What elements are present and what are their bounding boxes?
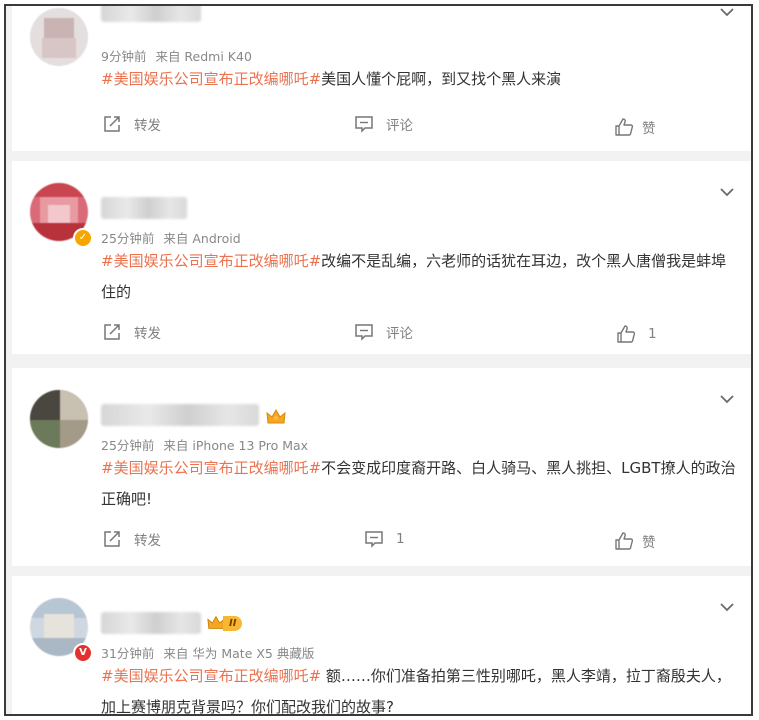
repost-icon <box>104 531 120 547</box>
weibo-comment-feed: 9分钟前 来自 Redmi K40 #美国娱乐公司宣布正改编哪吒#美国人懂个屁啊，… <box>4 4 753 716</box>
like-button[interactable]: 赞 <box>614 529 656 553</box>
post-meta: 31分钟前 来自 华为 Mate X5 典藏版 <box>101 643 323 662</box>
like-label: 赞 <box>642 121 656 137</box>
comment-card: 25分钟前 来自 iPhone 13 Pro Max #美国娱乐公司宣布正改编哪吒… <box>12 368 751 566</box>
username-blurred[interactable] <box>101 612 201 634</box>
fan-level-badge: II <box>207 614 243 632</box>
hashtag-link[interactable]: #美国娱乐公司宣布正改编哪吒# <box>101 252 321 270</box>
comment-button[interactable]: 评论 <box>354 320 413 344</box>
hashtag-link[interactable]: #美国娱乐公司宣布正改编哪吒# <box>101 667 321 685</box>
like-icon <box>615 532 634 550</box>
username-blurred[interactable] <box>101 197 187 219</box>
post-meta: 25分钟前 来自 Android <box>101 228 250 247</box>
chevron-down-icon[interactable] <box>719 391 735 407</box>
post-source: 来自 华为 Mate X5 典藏版 <box>163 646 315 661</box>
like-button[interactable]: 1 <box>616 322 657 346</box>
crown-icon <box>266 408 286 424</box>
chevron-down-icon[interactable] <box>719 599 735 615</box>
comment-label: 评论 <box>386 326 413 342</box>
comment-button[interactable]: 1 <box>364 527 405 551</box>
chevron-down-icon[interactable] <box>719 4 735 20</box>
post-source: 来自 iPhone 13 Pro Max <box>163 438 309 453</box>
post-meta: 9分钟前 来自 Redmi K40 <box>101 46 261 65</box>
avatar[interactable] <box>30 8 88 66</box>
like-icon <box>615 118 634 136</box>
post-text: #美国娱乐公司宣布正改编哪吒#不会变成印度裔开路、白人骑马、黑人挑担、LGBT撩… <box>101 453 741 515</box>
post-meta: 25分钟前 来自 iPhone 13 Pro Max <box>101 435 317 454</box>
action-bar: 转发 评论 1 <box>12 320 751 346</box>
avatar[interactable] <box>30 390 88 448</box>
repost-label: 转发 <box>134 326 161 342</box>
repost-label: 转发 <box>134 533 161 549</box>
action-bar: 转发 评论 赞 <box>12 112 751 139</box>
post-source: 来自 Redmi K40 <box>155 49 252 64</box>
comment-card: ✓ 25分钟前 来自 Android #美国娱乐公司宣布正改编哪吒#改编不是乱编，… <box>12 161 751 354</box>
post-source: 来自 Android <box>163 231 241 246</box>
comment-card: V II 31分钟前 来自 华为 Mate X5 典藏版 #美国娱乐公司宣布正改编… <box>12 576 751 714</box>
like-label: 赞 <box>642 535 656 551</box>
like-icon <box>617 325 636 343</box>
comment-label: 评论 <box>386 118 413 134</box>
repost-icon <box>104 116 120 132</box>
action-bar: 转发 1 赞 <box>12 527 751 553</box>
comment-icon <box>355 116 373 133</box>
repost-button[interactable]: 转发 <box>102 320 161 344</box>
post-time[interactable]: 31分钟前 <box>101 646 154 661</box>
verified-badge: V <box>73 643 93 663</box>
repost-label: 转发 <box>134 118 161 134</box>
username-blurred[interactable] <box>101 6 201 22</box>
comment-button[interactable]: 评论 <box>354 112 413 136</box>
repost-button[interactable]: 转发 <box>102 527 161 551</box>
like-count: 1 <box>648 326 657 342</box>
like-button[interactable]: 赞 <box>614 115 656 139</box>
post-text: #美国娱乐公司宣布正改编哪吒#美国人懂个屁啊，到又找个黑人来演 <box>101 64 741 95</box>
chevron-down-icon[interactable] <box>719 184 735 200</box>
hashtag-link[interactable]: #美国娱乐公司宣布正改编哪吒# <box>101 459 321 477</box>
repost-icon <box>104 324 120 340</box>
comment-card: 9分钟前 来自 Redmi K40 #美国娱乐公司宣布正改编哪吒#美国人懂个屁啊，… <box>12 4 751 151</box>
post-time[interactable]: 25分钟前 <box>101 231 154 246</box>
comment-icon <box>355 324 373 341</box>
hashtag-link[interactable]: #美国娱乐公司宣布正改编哪吒# <box>101 70 321 88</box>
level-label: II <box>223 615 243 631</box>
post-time[interactable]: 9分钟前 <box>101 49 146 64</box>
username-blurred[interactable] <box>101 404 259 426</box>
repost-button[interactable]: 转发 <box>102 112 161 136</box>
post-text: #美国娱乐公司宣布正改编哪吒#改编不是乱编，六老师的话犹在耳边，改个黑人唐僧我是… <box>101 246 741 308</box>
comment-count: 1 <box>396 531 405 547</box>
post-body: 美国人懂个屁啊，到又找个黑人来演 <box>321 70 562 88</box>
post-text: #美国娱乐公司宣布正改编哪吒# 额……你们准备拍第三性别哪吒，黑人李靖，拉丁裔殷… <box>101 661 741 714</box>
post-time[interactable]: 25分钟前 <box>101 438 154 453</box>
verified-badge: ✓ <box>73 228 93 248</box>
comment-icon <box>365 531 383 548</box>
